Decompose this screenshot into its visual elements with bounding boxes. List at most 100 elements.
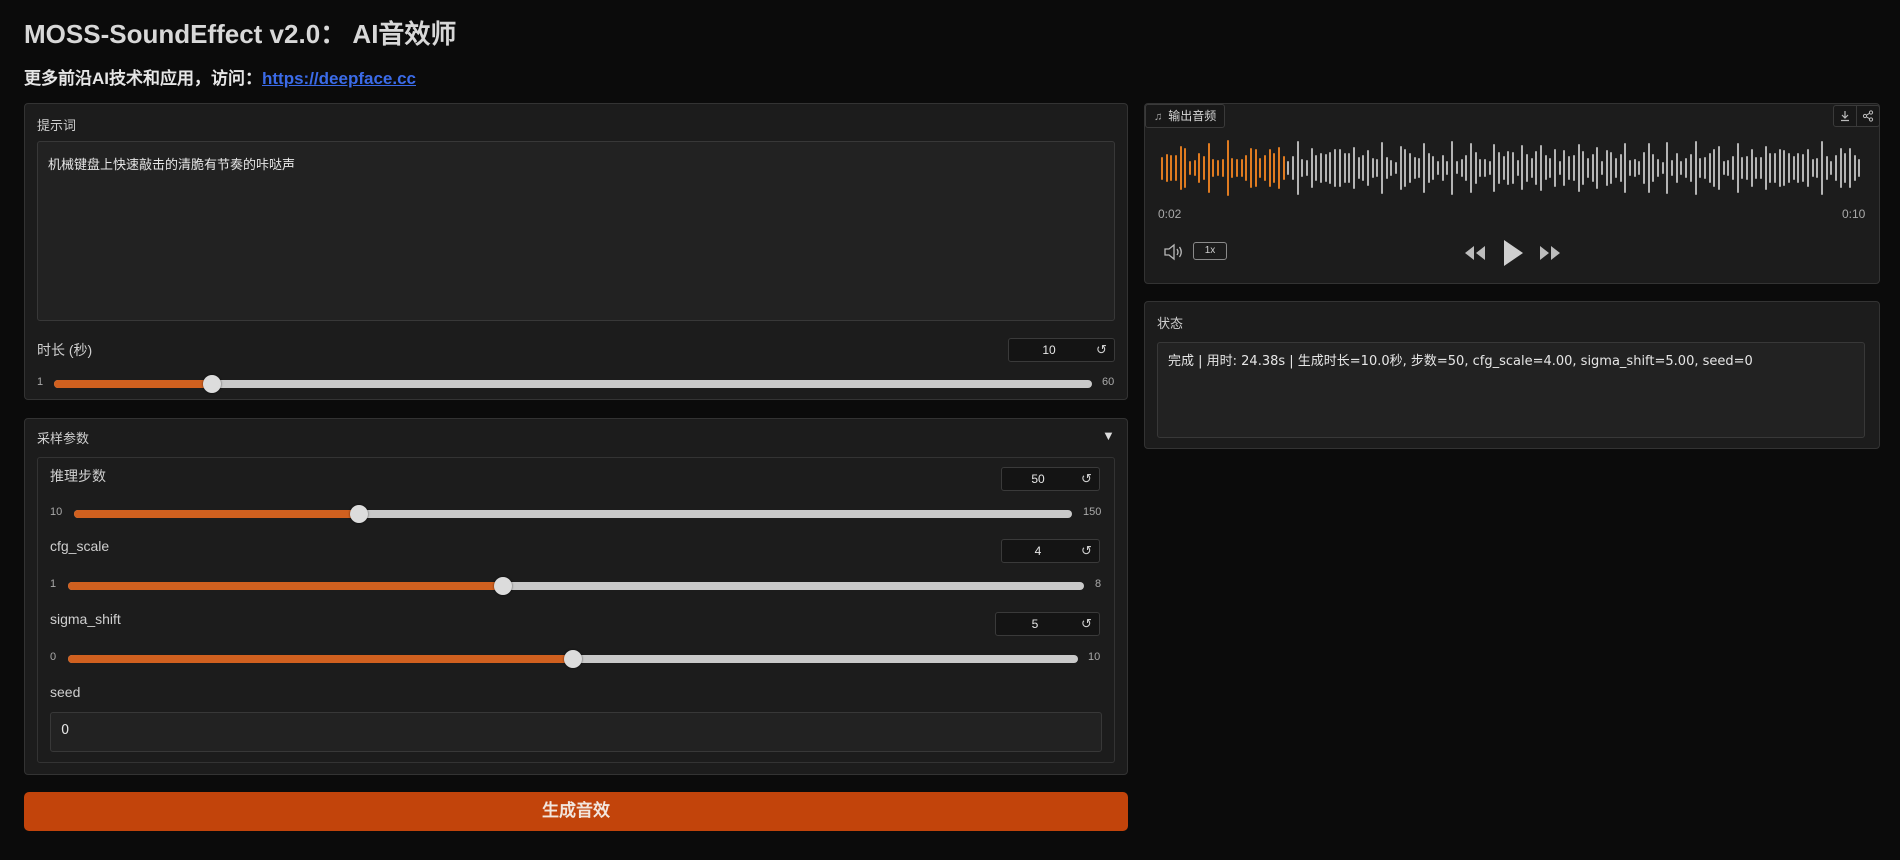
rewind-button[interactable] (1463, 244, 1487, 267)
waveform-bar (1619, 153, 1622, 183)
waveform-bar (1760, 156, 1763, 180)
waveform-bar (1245, 154, 1248, 182)
waveform-bar (1643, 151, 1646, 185)
seed-input[interactable]: 0 (50, 712, 1102, 752)
volume-button[interactable] (1163, 243, 1185, 266)
triangle-down-icon[interactable]: ▼ (1102, 428, 1115, 443)
subtitle-text: 更多前沿AI技术和应用，访问： (24, 69, 262, 88)
cfg-scale-label: cfg_scale (50, 538, 110, 554)
waveform-bar (1633, 158, 1636, 178)
waveform-bar (1558, 161, 1561, 175)
reset-icon: ↺ (1096, 342, 1107, 357)
cfg-scale-min-label: 1 (50, 578, 57, 590)
waveform-bar (1488, 161, 1491, 175)
waveform-bar (1507, 151, 1510, 185)
current-time: 0:02 (1158, 207, 1182, 221)
steps-label: 推理步数 (50, 468, 106, 484)
fast-forward-button[interactable] (1538, 244, 1562, 267)
audio-output-panel: ♫ 输出音频 0:02 0:10 1x (1144, 103, 1880, 284)
waveform-bar (1820, 141, 1823, 195)
steps-slider[interactable] (74, 505, 1072, 523)
steps-number-input[interactable]: 50 (1001, 467, 1075, 491)
waveform-bar (1530, 158, 1533, 178)
steps-slider-thumb[interactable] (350, 505, 369, 523)
waveform-bar (1193, 159, 1196, 177)
sigma-shift-slider-fill (68, 655, 573, 663)
waveform-bar (1746, 156, 1748, 180)
waveform-bar (1544, 155, 1547, 181)
sampling-label[interactable]: 采样参数 (37, 428, 89, 447)
audio-output-label: 输出音频 (1168, 109, 1217, 123)
waveform-bar (1334, 149, 1337, 187)
waveform-bar (1179, 145, 1182, 191)
waveform-bar (1717, 146, 1720, 190)
waveform-bar (1366, 149, 1369, 187)
waveform-bar (1380, 141, 1383, 195)
duration-slider[interactable] (54, 375, 1092, 393)
duration-label: 时长 (秒) (37, 342, 93, 358)
sigma-shift-slider[interactable] (68, 650, 1078, 668)
waveform-bar (1287, 161, 1290, 175)
sigma-shift-slider-thumb[interactable] (564, 650, 582, 668)
share-icon (1862, 110, 1874, 122)
waveform-bar (1671, 159, 1674, 177)
share-button[interactable] (1856, 105, 1880, 127)
waveform-bar (1254, 148, 1257, 188)
waveform-bar (1778, 148, 1781, 188)
playback-rate-button[interactable]: 1x (1193, 242, 1227, 260)
waveform-bar (1764, 145, 1767, 191)
waveform-bar (1259, 157, 1262, 179)
waveform-bar (1699, 157, 1702, 179)
steps-reset-button[interactable]: ↺ (1074, 467, 1100, 491)
waveform-bar (1409, 152, 1412, 184)
waveform-bar (1629, 160, 1631, 176)
waveform-bar (1797, 152, 1800, 184)
waveform-bar (1170, 154, 1173, 182)
waveform-bar (1460, 159, 1463, 177)
waveform-bar (1338, 148, 1341, 188)
play-button[interactable] (1501, 238, 1525, 273)
waveform-bar (1774, 152, 1777, 184)
waveform-bar (1750, 149, 1753, 187)
download-button[interactable] (1833, 105, 1857, 127)
volume-icon (1164, 243, 1182, 261)
cfg-scale-slider[interactable] (68, 577, 1084, 595)
sigma-shift-reset-button[interactable]: ↺ (1074, 612, 1100, 636)
waveform-bar (1582, 151, 1585, 185)
waveform-bar (1263, 154, 1266, 182)
waveform-bar (1502, 156, 1505, 180)
prompt-input[interactable]: 机械键盘上快速敲击的清脆有节奏的咔哒声 (37, 141, 1115, 321)
waveform-bar (1493, 143, 1496, 193)
duration-number-input[interactable]: 10 (1008, 338, 1090, 362)
sampling-panel: 采样参数 ▼ 推理步数 50 ↺ 10 150 cfg_scale 4 ↺ 1 … (24, 418, 1128, 775)
waveform-bar (1741, 157, 1744, 179)
waveform-bar (1516, 160, 1519, 176)
waveform-bar (1600, 160, 1603, 176)
waveform-bar (1423, 142, 1426, 194)
cfg-scale-number-input[interactable]: 4 (1001, 539, 1075, 563)
waveform-bar (1614, 157, 1617, 179)
waveform-bar (1708, 153, 1711, 183)
sigma-shift-number-input[interactable]: 5 (995, 612, 1075, 636)
cfg-scale-reset-button[interactable]: ↺ (1074, 539, 1100, 563)
waveform-bar (1736, 142, 1739, 194)
waveform-bar (1591, 153, 1594, 183)
deepface-link[interactable]: https://deepface.cc (262, 69, 416, 88)
waveform-bar (1666, 142, 1669, 194)
duration-max-label: 60 (1102, 376, 1115, 388)
waveform-bar (1661, 161, 1664, 175)
cfg-scale-slider-thumb[interactable] (494, 577, 513, 595)
duration-slider-thumb[interactable] (203, 375, 222, 393)
fast-forward-icon (1540, 246, 1560, 260)
status-label: 状态 (1157, 316, 1184, 331)
waveform-bar (1858, 158, 1861, 178)
status-output: 完成 | 用时: 24.38s | 生成时长=10.0秒, 步数=50, cfg… (1157, 342, 1865, 438)
waveform-bar (1483, 158, 1486, 178)
seed-label: seed (50, 684, 81, 700)
waveform-bar (1320, 153, 1323, 183)
audio-waveform[interactable] (1161, 138, 1863, 198)
waveform-bar (1479, 159, 1482, 177)
generate-button[interactable]: 生成音效 (24, 792, 1128, 831)
duration-reset-button[interactable]: ↺ (1089, 338, 1115, 362)
waveform-bar (1432, 156, 1435, 180)
